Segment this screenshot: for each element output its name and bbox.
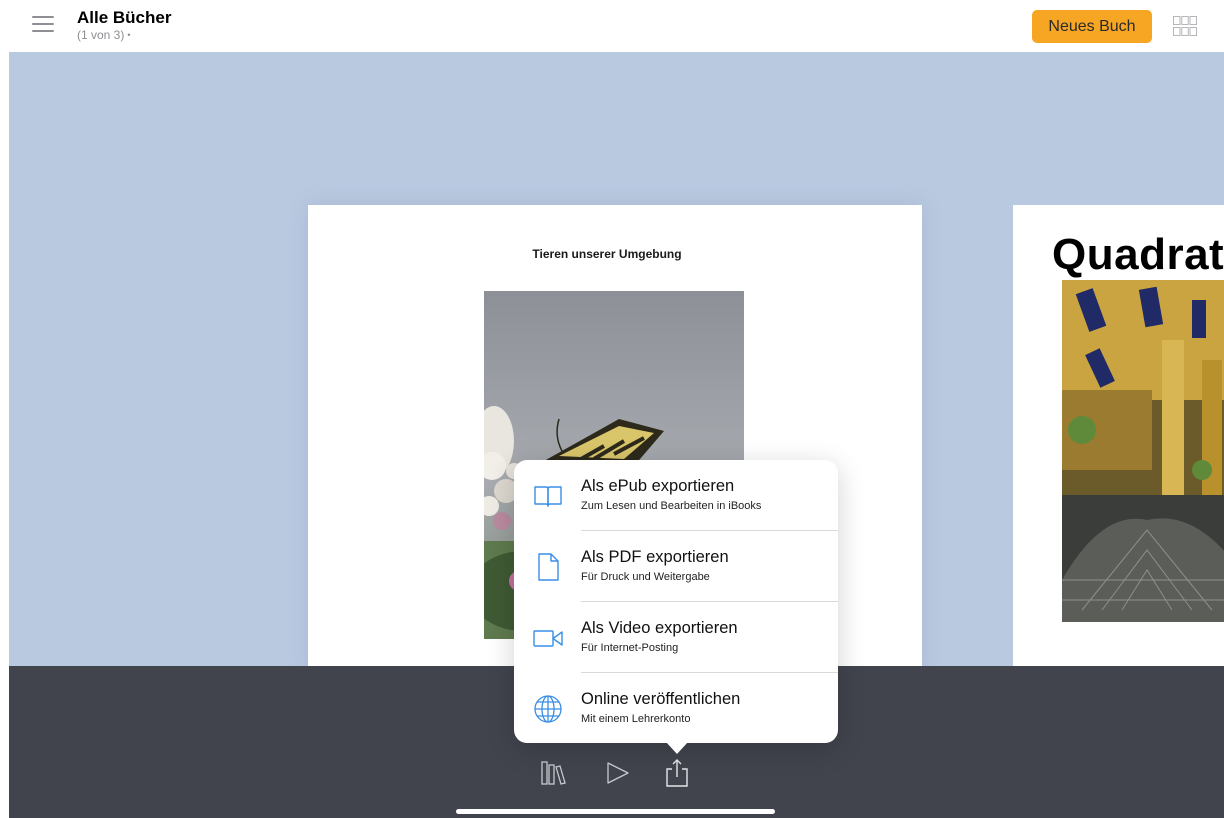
hamburger-menu-icon[interactable]: [32, 15, 54, 33]
menu-item-subtitle: Für Internet-Posting: [581, 642, 679, 654]
book-title: Tieren unserer Umgebung: [532, 247, 682, 261]
menu-item-subtitle: Für Druck und Weitergabe: [581, 571, 710, 583]
menu-item-subtitle: Zum Lesen und Bearbeiten in iBooks: [581, 500, 762, 512]
building-photo: [1062, 280, 1224, 622]
title-block: Alle Bücher (1 von 3) •: [77, 8, 171, 44]
page-title: Alle Bücher: [77, 8, 172, 27]
menu-item-title: Online veröffentlichen: [581, 690, 741, 708]
new-book-button[interactable]: Neues Buch: [1032, 10, 1152, 43]
globe-icon: [534, 695, 562, 723]
book-count-selector[interactable]: (1 von 3) •: [77, 28, 171, 44]
top-bar: Alle Bücher (1 von 3) • Neues Buch: [0, 0, 1224, 52]
book-title: Quadrat: [1052, 230, 1224, 279]
book-card-next[interactable]: Quadrat: [1013, 205, 1224, 666]
export-epub-item[interactable]: Als ePub exportieren Zum Lesen und Bearb…: [514, 460, 838, 531]
menu-item-title: Als ePub exportieren: [581, 477, 735, 495]
popover-arrow: [666, 742, 688, 754]
dropdown-indicator-icon: •: [127, 30, 131, 40]
export-popover: Als ePub exportieren Zum Lesen und Bearb…: [514, 460, 838, 743]
grid-view-icon[interactable]: [1173, 14, 1197, 38]
export-video-item[interactable]: Als Video exportieren Für Internet-Posti…: [514, 602, 838, 673]
menu-item-subtitle: Mit einem Lehrerkonto: [581, 713, 691, 725]
document-icon: [538, 553, 559, 581]
video-camera-icon: [533, 630, 563, 647]
menu-item-title: Als PDF exportieren: [581, 548, 729, 566]
book-icon: [534, 486, 562, 507]
menu-item-title: Als Video exportieren: [581, 619, 738, 637]
play-icon[interactable]: [603, 758, 633, 788]
share-icon[interactable]: [662, 758, 692, 788]
home-indicator: [456, 809, 775, 814]
export-pdf-item[interactable]: Als PDF exportieren Für Druck und Weiter…: [514, 531, 838, 602]
book-count-label: (1 von 3): [77, 28, 125, 42]
library-icon[interactable]: [539, 758, 569, 788]
publish-online-item[interactable]: Online veröffentlichen Mit einem Lehrerk…: [514, 673, 838, 744]
